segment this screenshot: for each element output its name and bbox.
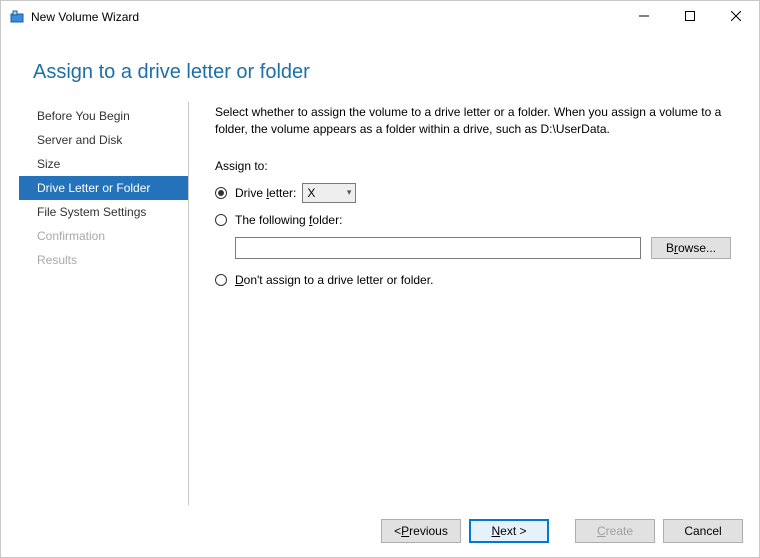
next-button[interactable]: Next > [469,519,549,543]
option-folder[interactable]: The following folder: [215,213,731,227]
option-none-label: Don't assign to a drive letter or folder… [235,273,433,287]
step-drive-letter-or-folder[interactable]: Drive Letter or Folder [19,176,188,200]
assign-to-label: Assign to: [215,159,731,173]
body: Before You Begin Server and Disk Size Dr… [19,102,741,505]
wizard-window: New Volume Wizard Assign to a drive lett… [0,0,760,558]
option-folder-label: The following folder: [235,213,342,227]
wizard-footer: < Previous Next > Create Cancel [1,505,759,557]
radio-folder[interactable] [215,214,227,226]
step-file-system-settings[interactable]: File System Settings [19,200,188,224]
create-button: Create [575,519,655,543]
step-size[interactable]: Size [19,152,188,176]
close-button[interactable] [713,1,759,31]
main-panel: Select whether to assign the volume to a… [189,102,741,505]
page-title: Assign to a drive letter or folder [33,61,741,84]
previous-button[interactable]: < Previous [381,519,461,543]
option-drive-letter[interactable]: Drive letter: X ▾ [215,183,731,203]
folder-path-input[interactable] [235,237,641,259]
wizard-steps: Before You Begin Server and Disk Size Dr… [19,102,189,505]
cancel-button[interactable]: Cancel [663,519,743,543]
chevron-down-icon: ▾ [347,187,352,198]
radio-none[interactable] [215,274,227,286]
app-icon [9,9,25,25]
browse-button[interactable]: Browse... [651,237,731,259]
option-none[interactable]: Don't assign to a drive letter or folder… [215,273,731,287]
radio-drive-letter[interactable] [215,187,227,199]
window-buttons [621,1,759,33]
step-server-and-disk[interactable]: Server and Disk [19,128,188,152]
step-confirmation: Confirmation [19,224,188,248]
window-title: New Volume Wizard [31,10,621,24]
content-area: Assign to a drive letter or folder Befor… [1,33,759,505]
step-before-you-begin[interactable]: Before You Begin [19,104,188,128]
maximize-button[interactable] [667,1,713,31]
minimize-button[interactable] [621,1,667,31]
folder-input-row: Browse... [235,237,731,259]
step-results: Results [19,248,188,272]
option-drive-letter-label: Drive letter: [235,186,296,200]
drive-letter-select[interactable]: X ▾ [302,183,356,203]
description-text: Select whether to assign the volume to a… [215,104,731,139]
drive-letter-value: X [307,186,315,200]
titlebar: New Volume Wizard [1,1,759,33]
